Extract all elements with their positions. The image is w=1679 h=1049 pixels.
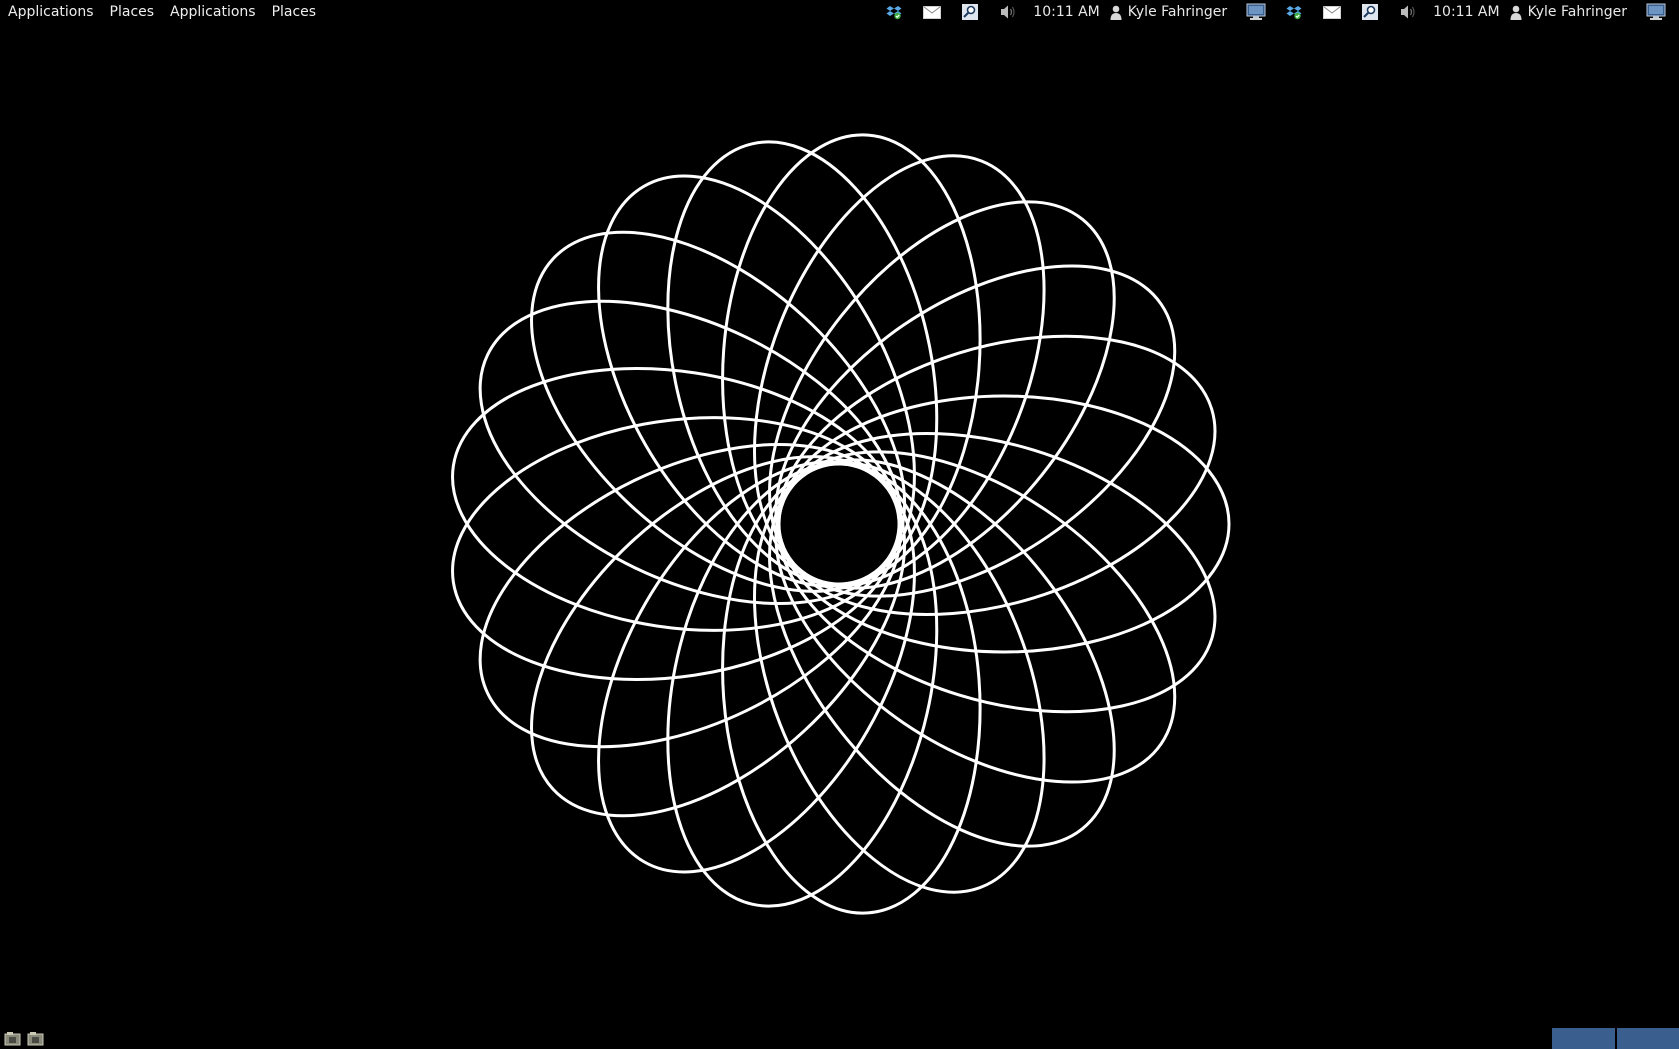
tray-group-2: 10:11 AM Kyle Fahringer <box>1275 0 1675 24</box>
clock[interactable]: 10:11 AM <box>1033 0 1099 24</box>
user-icon <box>1510 5 1522 20</box>
workspace-1[interactable] <box>1552 1028 1615 1049</box>
search-icon[interactable] <box>958 1 982 23</box>
places-menu-secondary[interactable]: Places <box>264 0 325 24</box>
tray-group-1: 10:11 AM Kyle Fahringer <box>875 0 1275 24</box>
volume-icon[interactable] <box>996 1 1020 23</box>
dropbox-icon[interactable] <box>882 1 906 23</box>
mail-icon[interactable] <box>1320 1 1344 23</box>
workspace-2[interactable] <box>1617 1028 1679 1049</box>
show-desktop-icon[interactable] <box>4 1031 21 1046</box>
applications-menu[interactable]: Applications <box>0 0 102 24</box>
show-desktop-icon[interactable] <box>27 1031 44 1046</box>
places-menu[interactable]: Places <box>102 0 163 24</box>
search-icon[interactable] <box>1358 1 1382 23</box>
clock[interactable]: 10:11 AM <box>1433 0 1499 24</box>
desktop[interactable] <box>0 24 1679 1028</box>
user-name: Kyle Fahringer <box>1527 4 1627 20</box>
dropbox-icon[interactable] <box>1282 1 1306 23</box>
applications-menu-secondary[interactable]: Applications <box>162 0 264 24</box>
system-tray: 10:11 AM Kyle Fahringer 10:11 AM Kyle Fa… <box>875 0 1679 24</box>
menu-bar: Applications Places Applications Places <box>0 0 324 24</box>
spirograph-loop <box>666 140 939 586</box>
user-menu[interactable]: Kyle Fahringer <box>1510 0 1633 24</box>
mail-icon[interactable] <box>920 1 944 23</box>
top-panel: Applications Places Applications Places <box>0 0 1679 24</box>
monitor-icon[interactable] <box>1244 1 1268 23</box>
volume-icon[interactable] <box>1396 1 1420 23</box>
user-menu[interactable]: Kyle Fahringer <box>1110 0 1233 24</box>
user-name: Kyle Fahringer <box>1127 4 1228 20</box>
user-icon <box>1110 5 1122 20</box>
bottom-panel <box>0 1028 1679 1049</box>
spirograph-loop <box>666 462 939 908</box>
monitor-icon[interactable] <box>1644 1 1668 23</box>
spirograph-wallpaper <box>451 133 1231 915</box>
